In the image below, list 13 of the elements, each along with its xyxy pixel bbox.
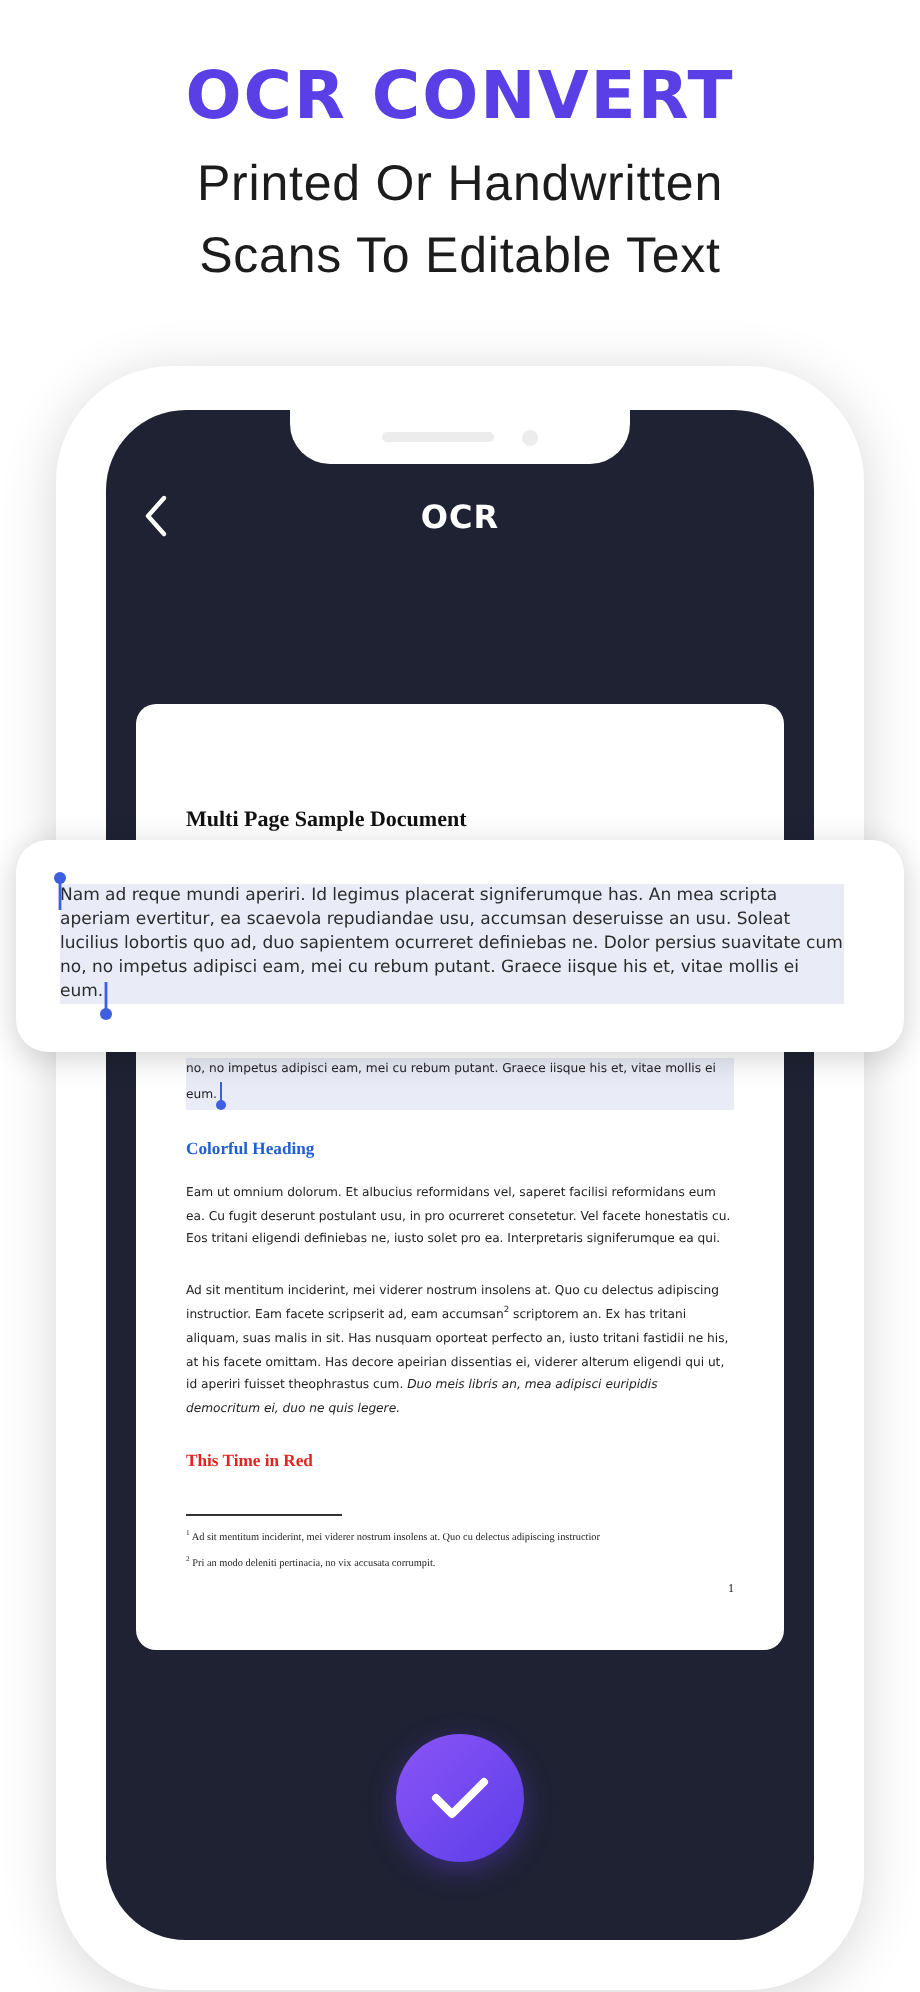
selection-handle[interactable] — [216, 1081, 227, 1110]
promo-subtitle: Printed Or Handwritten Scans To Editable Text — [194, 154, 726, 288]
promo-title: OCR CONVERT — [185, 56, 735, 136]
selection-handle[interactable] — [99, 982, 112, 1020]
confirm-button[interactable] — [396, 1734, 524, 1862]
screen-title: OCR — [420, 497, 500, 535]
document-heading: Colorful Heading — [186, 1137, 317, 1158]
check-icon — [430, 1774, 490, 1822]
back-icon — [142, 494, 170, 538]
back-button[interactable] — [142, 494, 170, 538]
document-title: Multi Page Sample Document — [186, 808, 469, 832]
selected-text: Nam ad reque mundi aperiri. Id legimus placerat signiferumque has. An mea scripta aperiam evertitur, ea scaevola repudiandae usu, accumsan deseruisse an usu. Soleat lucilius lobortis quo ad, duo sapientem ocurreret definiebas ne. Dolor persius suavitate cum no, no impetus adipisci eam, mei cu rebum putant. Graece iisque his et, vitae mollis ei eum. — [60, 884, 844, 1004]
document-heading: This Time in Red — [186, 1449, 315, 1470]
